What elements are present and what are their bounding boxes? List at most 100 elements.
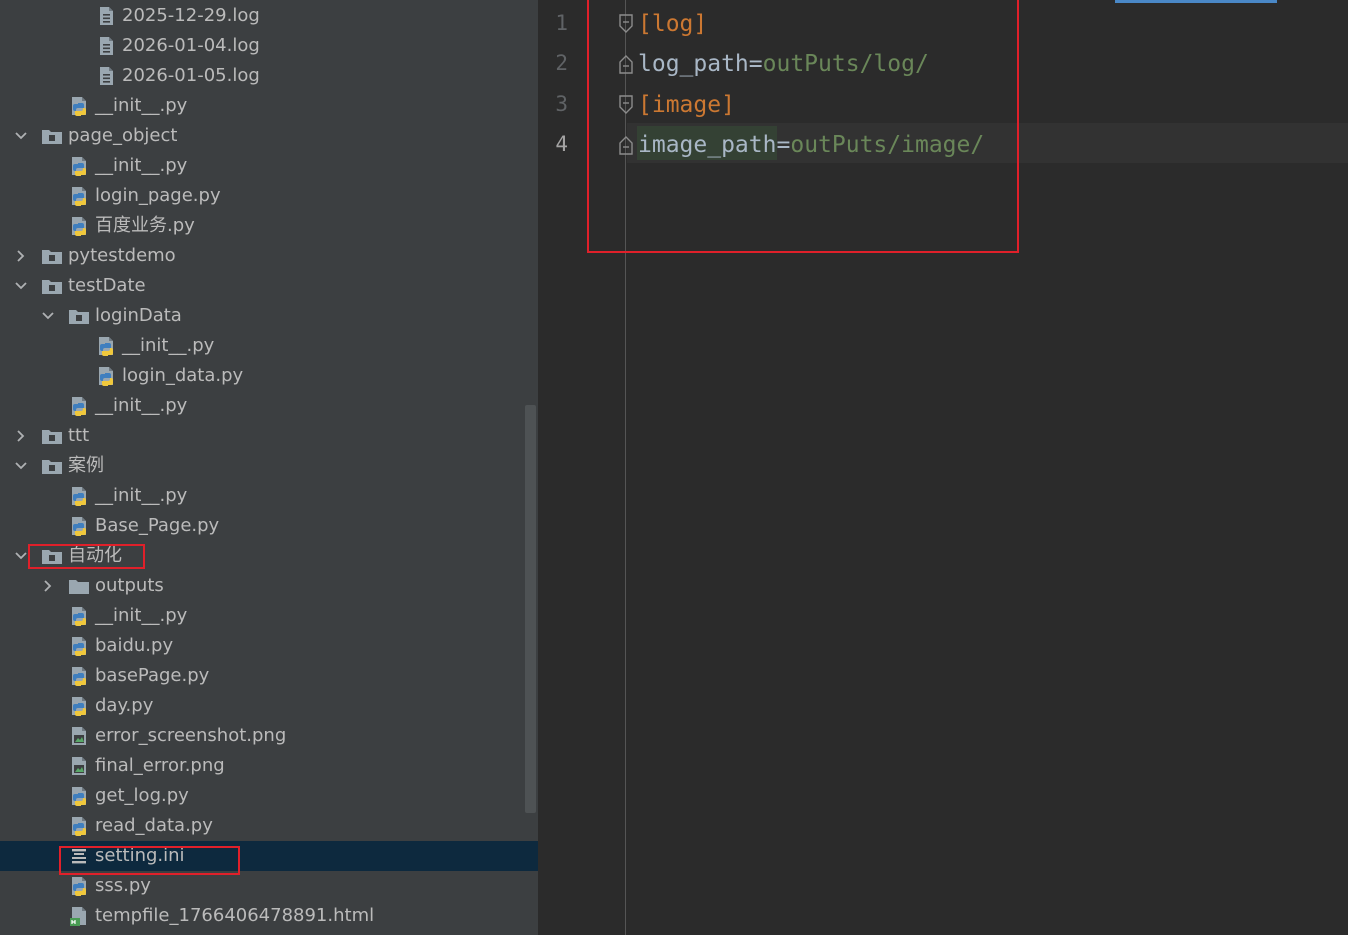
tree-file-item[interactable]: 2026-01-05.log bbox=[0, 61, 538, 91]
python-file-icon bbox=[68, 875, 90, 897]
ini-section: [log] bbox=[638, 11, 708, 37]
code-line[interactable]: [log] bbox=[638, 9, 707, 39]
tree-item-label: __init__.py bbox=[95, 485, 188, 506]
tree-folder-item[interactable]: loginData bbox=[0, 301, 538, 331]
tree-file-item[interactable]: setting.ini bbox=[0, 841, 538, 871]
ini-value: outPuts/image/ bbox=[790, 132, 985, 158]
package-folder-icon bbox=[41, 455, 63, 477]
ini-file-icon bbox=[68, 845, 90, 867]
active-tab-indicator bbox=[1115, 0, 1277, 3]
chevron-down-icon[interactable] bbox=[14, 279, 28, 293]
tree-file-item[interactable]: 百度业务.py bbox=[0, 211, 538, 241]
tree-file-item[interactable]: baidu.py bbox=[0, 631, 538, 661]
folder-icon bbox=[68, 575, 90, 597]
python-file-icon bbox=[68, 605, 90, 627]
ini-key: image_path bbox=[638, 132, 777, 158]
tree-item-label: __init__.py bbox=[95, 95, 188, 116]
tree-item-label: tempfile_1766406478891.html bbox=[95, 905, 375, 926]
tree-folder-item[interactable]: pytestdemo bbox=[0, 241, 538, 271]
html-file-icon bbox=[68, 905, 90, 927]
tree-file-item[interactable]: 2025-12-29.log bbox=[0, 1, 538, 31]
tree-file-item[interactable]: Base_Page.py bbox=[0, 511, 538, 541]
tree-file-item[interactable]: __init__.py bbox=[0, 91, 538, 121]
fold-end-icon[interactable] bbox=[617, 53, 635, 75]
tree-file-item[interactable]: sss.py bbox=[0, 871, 538, 901]
python-file-icon bbox=[68, 185, 90, 207]
chevron-right-icon[interactable] bbox=[14, 429, 28, 443]
ini-equals: = bbox=[776, 132, 791, 158]
tree-folder-item[interactable]: testDate bbox=[0, 271, 538, 301]
line-number: 1 bbox=[555, 11, 568, 35]
code-line[interactable]: image_path=outPuts/image/ bbox=[638, 130, 984, 160]
tree-file-item[interactable]: login_page.py bbox=[0, 181, 538, 211]
tree-file-item[interactable]: get_log.py bbox=[0, 781, 538, 811]
tree-file-item[interactable]: __init__.py bbox=[0, 391, 538, 421]
python-file-icon bbox=[68, 785, 90, 807]
tree-item-label: __init__.py bbox=[95, 605, 188, 626]
tree-item-label: __init__.py bbox=[95, 395, 188, 416]
tree-item-label: login_page.py bbox=[95, 185, 221, 206]
tree-file-item[interactable]: read_data.py bbox=[0, 811, 538, 841]
tree-folder-item[interactable]: page_object bbox=[0, 121, 538, 151]
tree-file-item[interactable]: tempfile_1766406478891.html bbox=[0, 901, 538, 931]
tree-file-item[interactable]: __init__.py bbox=[0, 481, 538, 511]
tree-file-item[interactable]: __init__.py bbox=[0, 151, 538, 181]
chevron-down-icon[interactable] bbox=[14, 129, 28, 143]
tree-folder-item[interactable]: outputs bbox=[0, 571, 538, 601]
chevron-right-icon[interactable] bbox=[41, 579, 55, 593]
python-file-icon bbox=[68, 635, 90, 657]
tree-item-label: error_screenshot.png bbox=[95, 725, 287, 746]
tree-item-label: page_object bbox=[68, 125, 178, 146]
fold-start-icon[interactable] bbox=[617, 13, 635, 35]
tree-file-item[interactable]: __init__.py bbox=[0, 601, 538, 631]
fold-start-icon[interactable] bbox=[617, 94, 635, 116]
tree-file-item[interactable]: final_error.png bbox=[0, 751, 538, 781]
tree-folder-item[interactable]: ttt bbox=[0, 421, 538, 451]
image-file-icon bbox=[68, 755, 90, 777]
tree-item-label: Base_Page.py bbox=[95, 515, 220, 536]
ini-value: outPuts/log/ bbox=[762, 51, 929, 77]
tree-file-item[interactable]: login_data.py bbox=[0, 361, 538, 391]
code-line[interactable]: [image] bbox=[638, 90, 735, 120]
tree-item-label: read_data.py bbox=[95, 815, 213, 836]
tree-item-label: 案例 bbox=[68, 455, 104, 476]
tree-item-label: loginData bbox=[95, 305, 182, 326]
chevron-down-icon[interactable] bbox=[41, 309, 55, 323]
chevron-down-icon[interactable] bbox=[14, 459, 28, 473]
image-file-icon bbox=[68, 725, 90, 747]
python-file-icon bbox=[95, 335, 117, 357]
code-editor[interactable]: 1 [log] 2 log_path=outPuts/log/3 [image] 4 ima… bbox=[538, 0, 1348, 935]
tree-item-label: testDate bbox=[68, 275, 146, 296]
line-number: 4 bbox=[555, 132, 568, 156]
chevron-right-icon[interactable] bbox=[14, 249, 28, 263]
tree-file-item[interactable]: basePage.py bbox=[0, 661, 538, 691]
project-tree-scrollbar[interactable] bbox=[525, 405, 536, 813]
tree-item-label: sss.py bbox=[95, 875, 151, 896]
tree-file-item[interactable]: 2026-01-04.log bbox=[0, 31, 538, 61]
tree-file-item[interactable]: error_screenshot.png bbox=[0, 721, 538, 751]
tree-folder-item[interactable]: 案例 bbox=[0, 451, 538, 481]
project-tree[interactable]: 2025-12-29.log 2026-01-04.log 2026-01-05.l… bbox=[0, 0, 538, 935]
tree-file-item[interactable]: __init__.py bbox=[0, 331, 538, 361]
tree-folder-item[interactable]: 自动化 bbox=[0, 541, 538, 571]
python-file-icon bbox=[68, 695, 90, 717]
fold-end-icon[interactable] bbox=[617, 134, 635, 156]
tree-file-item[interactable]: day.py bbox=[0, 691, 538, 721]
tree-item-label: 2026-01-04.log bbox=[122, 35, 260, 56]
chevron-down-icon[interactable] bbox=[14, 549, 28, 563]
tree-item-label: login_data.py bbox=[122, 365, 244, 386]
code-line[interactable]: log_path=outPuts/log/ bbox=[638, 49, 929, 79]
python-file-icon bbox=[68, 95, 90, 117]
